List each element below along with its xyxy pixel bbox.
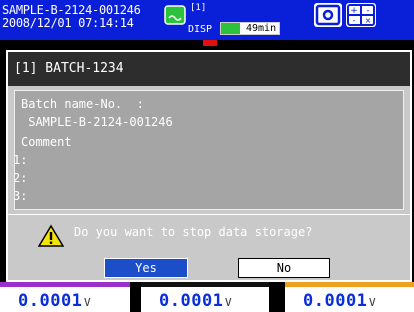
channel-unit: V	[225, 296, 232, 309]
display-label: DISP	[188, 24, 213, 35]
svg-text:×: ×	[365, 16, 372, 25]
snapshot-icon[interactable]	[314, 3, 342, 27]
memory-card-icon	[164, 5, 186, 25]
confirmation-question: Do you want to stop data storage?	[74, 225, 313, 239]
channel-readout-3: 0.0001 V	[285, 282, 414, 312]
channel-value: 0.0001	[303, 291, 368, 311]
channel-color-tag	[0, 282, 130, 287]
time-remaining-fill	[221, 23, 240, 34]
time-remaining-text: 49min	[246, 23, 277, 34]
batch-name-value: SAMPLE-B-2124-001246	[21, 115, 173, 129]
dialog-separator	[8, 214, 410, 215]
stop-storage-dialog: [1] BATCH-1234 Batch name-No. : SAMPLE-B…	[6, 50, 412, 282]
comment-line-3: 3:	[13, 189, 28, 203]
channel-color-tag	[141, 282, 269, 287]
calculation-icon[interactable]: + - - ×	[346, 3, 376, 27]
channel-readout-1: 0.0001 V	[0, 282, 130, 312]
comment-label: Comment	[21, 135, 72, 149]
warning-icon	[38, 224, 64, 247]
no-button[interactable]: No	[238, 258, 330, 278]
channel-value: 0.0001	[18, 291, 83, 311]
channel-value: 0.0001	[159, 291, 224, 311]
time-remaining-bar: 49min	[220, 22, 280, 35]
comment-line-1: 1:	[13, 153, 28, 167]
dialog-title: [1] BATCH-1234	[8, 52, 410, 86]
svg-text:-: -	[366, 6, 369, 16]
channel-unit: V	[369, 296, 376, 309]
channel-unit: V	[84, 296, 91, 309]
status-bar: SAMPLE-B-2124-001246 2008/12/01 07:14:14…	[0, 0, 414, 40]
status-id-block: SAMPLE-B-2124-001246 2008/12/01 07:14:14	[2, 4, 141, 30]
channel-readouts: 0.0001 V 0.0001 V 0.0001 V	[0, 282, 414, 312]
memory-number: [1]	[190, 3, 207, 13]
comment-line-2: 2:	[13, 171, 28, 185]
status-batch-id: SAMPLE-B-2124-001246	[2, 3, 141, 17]
channel-color-tag	[285, 282, 414, 287]
channel-readout-2: 0.0001 V	[141, 282, 269, 312]
svg-text:+: +	[350, 6, 358, 16]
alarm-marker	[203, 40, 217, 46]
batch-info-panel: Batch name-No. : SAMPLE-B-2124-001246 Co…	[13, 90, 404, 210]
batch-name-label: Batch name-No. :	[21, 97, 144, 111]
svg-text:-: -	[353, 16, 356, 25]
yes-button[interactable]: Yes	[104, 258, 188, 278]
status-datetime: 2008/12/01 07:14:14	[2, 16, 134, 30]
